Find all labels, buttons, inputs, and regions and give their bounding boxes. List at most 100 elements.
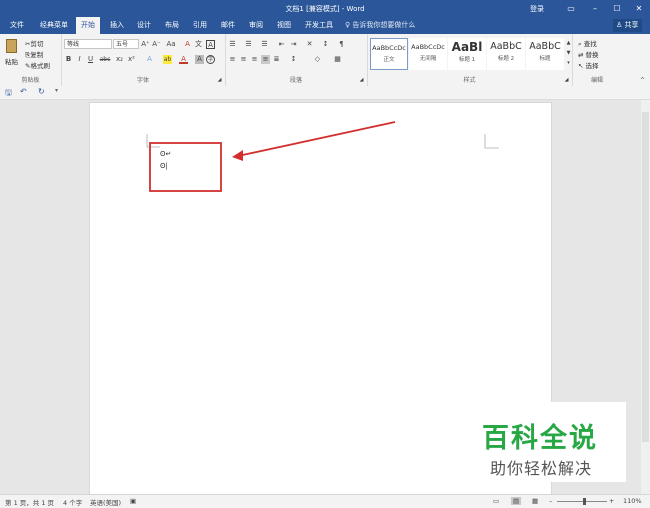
numbering-icon[interactable]: ☰ <box>244 40 253 49</box>
zoom-slider[interactable] <box>557 501 607 502</box>
editing-group-label: 编辑 <box>590 77 603 84</box>
redo-icon[interactable]: ↻ <box>38 87 45 96</box>
italic-icon[interactable]: I <box>75 55 84 64</box>
tab-insert[interactable]: 插入 <box>105 17 129 34</box>
tab-view[interactable]: 视图 <box>272 17 296 34</box>
customize-qat-icon[interactable]: ▾ <box>55 87 58 94</box>
tab-home[interactable]: 开始 <box>76 17 100 34</box>
tab-design[interactable]: 设计 <box>132 17 156 34</box>
phonetic-guide-icon[interactable]: 文 <box>194 40 203 49</box>
enclose-character-icon[interactable]: 字 <box>206 55 215 64</box>
text-effects-icon[interactable]: A <box>145 55 154 64</box>
strikethrough-icon[interactable]: abc <box>98 55 112 64</box>
document-line-1[interactable]: ʘ↵ <box>160 150 171 158</box>
copy-button[interactable]: ⎘复制 <box>25 49 43 60</box>
character-border-icon[interactable]: A <box>206 40 215 49</box>
bold-icon[interactable]: B <box>64 55 73 64</box>
styles-group: AaBbCcDc 正文 AaBbCcDc 无间隔 AaBl 标题 1 AaBbC… <box>367 34 573 86</box>
increase-indent-icon[interactable]: ⇥ <box>289 40 298 49</box>
character-shading-icon[interactable]: A <box>195 55 204 64</box>
zoom-out-icon[interactable]: – <box>549 497 552 505</box>
format-painter-button[interactable]: ✎格式刷 <box>25 60 50 70</box>
style-heading-2[interactable]: AaBbC 标题 2 <box>487 38 525 70</box>
shading-icon[interactable]: ◇ <box>313 55 322 64</box>
change-case-icon[interactable]: Aa <box>165 40 177 49</box>
page-count[interactable]: 第 1 页，共 1 页 <box>5 497 54 507</box>
tab-mailings[interactable]: 邮件 <box>216 17 240 34</box>
ribbon-display-icon[interactable]: ▭ <box>560 2 582 15</box>
tab-review[interactable]: 审阅 <box>244 17 268 34</box>
document-line-2[interactable]: ʘ| <box>160 162 168 170</box>
style-normal[interactable]: AaBbCcDc 正文 <box>370 38 408 70</box>
tab-layout[interactable]: 布局 <box>160 17 184 34</box>
tab-file[interactable]: 文件 <box>5 17 29 34</box>
underline-icon[interactable]: U <box>86 55 95 64</box>
read-mode-icon[interactable]: ▭ <box>493 497 499 505</box>
subscript-icon[interactable]: x₂ <box>115 55 124 64</box>
decrease-indent-icon[interactable]: ⇤ <box>277 40 286 49</box>
replace-button[interactable]: ⇄ 替换 <box>578 49 599 59</box>
zoom-slider-thumb[interactable] <box>583 498 586 505</box>
font-group-label: 字体 <box>136 77 149 84</box>
style-name: 正文 <box>383 57 395 63</box>
style-heading-1[interactable]: AaBl 标题 1 <box>448 38 486 70</box>
align-center-icon[interactable]: ≡ <box>239 55 248 64</box>
ribbon: 粘贴 ✂剪切 ⎘复制 ✎格式刷 剪贴板 等线 五号 A⁺ A⁻ Aa A 文 A… <box>0 34 650 87</box>
word-count[interactable]: 4 个字 <box>63 497 82 507</box>
show-marks-icon[interactable]: ¶ <box>337 40 346 49</box>
search-icon: ⌕ <box>578 40 582 48</box>
grow-font-icon[interactable]: A⁺ <box>141 40 150 49</box>
zoom-in-icon[interactable]: + <box>609 497 614 505</box>
distributed-icon[interactable]: ≣ <box>272 55 281 64</box>
print-layout-icon[interactable]: ▤ <box>511 497 522 505</box>
superscript-icon[interactable]: x² <box>127 55 136 64</box>
language[interactable]: 英语(美国) <box>90 497 121 507</box>
collapse-ribbon-icon[interactable]: ^ <box>638 76 647 85</box>
margin-corner-left <box>146 134 160 148</box>
align-right-icon[interactable]: ≡ <box>250 55 259 64</box>
borders-icon[interactable]: ▦ <box>333 55 342 64</box>
paste-button[interactable]: 粘贴 <box>3 37 21 69</box>
chinese-layout-icon[interactable]: ✕ <box>305 40 314 49</box>
undo-icon[interactable]: ↶ <box>20 87 27 96</box>
save-icon[interactable]: 🖫 <box>5 87 12 101</box>
font-name-select[interactable]: 等线 <box>64 39 112 49</box>
tab-developer[interactable]: 开发工具 <box>300 17 338 34</box>
tell-me-search[interactable]: ♀ 告诉我你想要做什么 <box>345 17 415 34</box>
login-link[interactable]: 登录 <box>530 4 544 14</box>
find-button[interactable]: ⌕ 查找 <box>578 38 597 49</box>
scroll-thumb[interactable] <box>642 112 649 442</box>
macro-icon[interactable]: ▣ <box>130 497 136 505</box>
tab-references[interactable]: 引用 <box>188 17 212 34</box>
close-button[interactable]: ✕ <box>628 2 650 15</box>
font-color-icon[interactable]: A <box>179 55 188 64</box>
bullets-icon[interactable]: ☰ <box>228 40 237 49</box>
editing-group: ⌕ 查找 ⇄ 替换 ↖ 选择 编辑 <box>572 34 622 86</box>
font-launcher-icon[interactable]: ◢ <box>215 76 224 85</box>
clipboard-group-label: 剪贴板 <box>21 77 40 84</box>
web-layout-icon[interactable]: ▦ <box>532 497 538 505</box>
style-name: 标题 2 <box>497 56 515 62</box>
tab-classic-menu[interactable]: 经典菜单 <box>35 17 73 34</box>
highlight-icon[interactable]: ab <box>163 55 172 64</box>
justify-icon[interactable]: ≡ <box>261 55 270 64</box>
sort-icon[interactable]: ↕ <box>321 40 330 49</box>
clear-format-icon[interactable]: A <box>183 40 192 49</box>
style-title[interactable]: AaBbC 标题 <box>526 38 564 70</box>
share-button[interactable]: ♙ 共享 <box>613 19 642 32</box>
line-spacing-icon[interactable]: ↕ <box>289 55 298 64</box>
select-button[interactable]: ↖ 选择 <box>578 60 599 70</box>
styles-launcher-icon[interactable]: ◢ <box>562 76 571 85</box>
multilevel-list-icon[interactable]: ☰ <box>260 40 269 49</box>
vertical-scrollbar[interactable] <box>641 100 650 494</box>
cut-button[interactable]: ✂剪切 <box>25 38 43 48</box>
maximize-button[interactable]: ☐ <box>606 2 628 15</box>
annotation-arrow <box>237 121 396 157</box>
font-size-select[interactable]: 五号 <box>113 39 139 49</box>
zoom-level[interactable]: 110% <box>623 497 642 505</box>
shrink-font-icon[interactable]: A⁻ <box>152 40 161 49</box>
paragraph-launcher-icon[interactable]: ◢ <box>357 76 366 85</box>
style-no-spacing[interactable]: AaBbCcDc 无间隔 <box>409 38 447 70</box>
align-left-icon[interactable]: ≡ <box>228 55 237 64</box>
minimize-button[interactable]: – <box>584 2 606 15</box>
